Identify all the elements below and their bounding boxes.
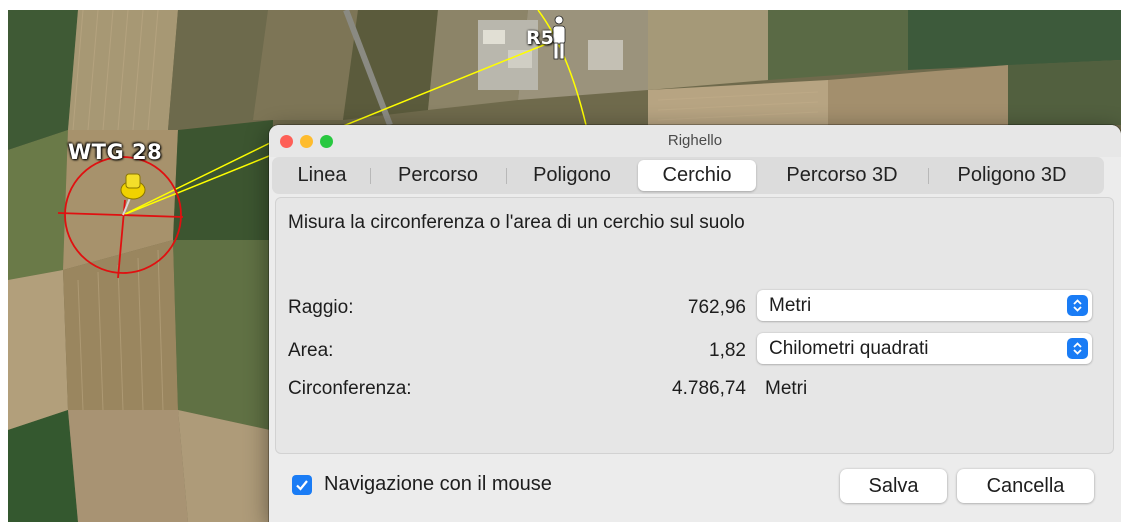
radius-value: 762,96 — [687, 297, 746, 318]
area-label: Area: — [288, 340, 334, 361]
circle-panel: Misura la circonferenza o l'area di un c… — [275, 197, 1114, 454]
tab-cerchio[interactable]: Cerchio — [638, 160, 756, 191]
circumference-unit: Metri — [765, 378, 808, 399]
chevron-updown-icon — [1067, 295, 1088, 316]
checkmark-icon — [296, 480, 308, 491]
title-bar[interactable]: Righello — [269, 125, 1121, 157]
mouse-navigation-checkbox[interactable] — [292, 475, 312, 495]
save-button[interactable]: Salva — [840, 469, 947, 503]
area-value: 1,82 — [709, 340, 746, 361]
tab-poligono[interactable]: Poligono — [506, 160, 638, 191]
tab-linea[interactable]: Linea — [274, 160, 370, 191]
radius-unit-select[interactable]: Metri — [757, 290, 1092, 321]
marker-label-wtg28[interactable]: WTG 28 — [68, 140, 162, 164]
radius-unit-value: Metri — [769, 294, 812, 316]
tab-poligono-3d[interactable]: Poligono 3D — [928, 160, 1096, 191]
panel-description: Misura la circonferenza o l'area di un c… — [288, 212, 745, 233]
radius-label: Raggio: — [288, 297, 354, 318]
tab-percorso-3d[interactable]: Percorso 3D — [756, 160, 928, 191]
dialog-footer: Navigazione con il mouse Salva Cancella — [269, 460, 1121, 522]
chevron-updown-icon — [1067, 338, 1088, 359]
circumference-value: 4.786,74 — [672, 378, 746, 399]
area-unit-value: Chilometri quadrati — [769, 337, 929, 359]
cancel-button[interactable]: Cancella — [957, 469, 1094, 503]
mouse-navigation-label[interactable]: Navigazione con il mouse — [324, 473, 552, 496]
area-unit-select[interactable]: Chilometri quadrati — [757, 333, 1092, 364]
window-title: Righello — [667, 132, 723, 149]
measure-tabs: Linea Percorso Poligono Cerchio Percorso… — [272, 157, 1104, 194]
circumference-label: Circonferenza: — [288, 378, 412, 399]
tab-percorso[interactable]: Percorso — [370, 160, 506, 191]
marker-label-r5[interactable]: R5 — [526, 27, 554, 49]
ruler-dialog: Righello Linea Percorso Poligono Cerchio… — [269, 125, 1121, 522]
